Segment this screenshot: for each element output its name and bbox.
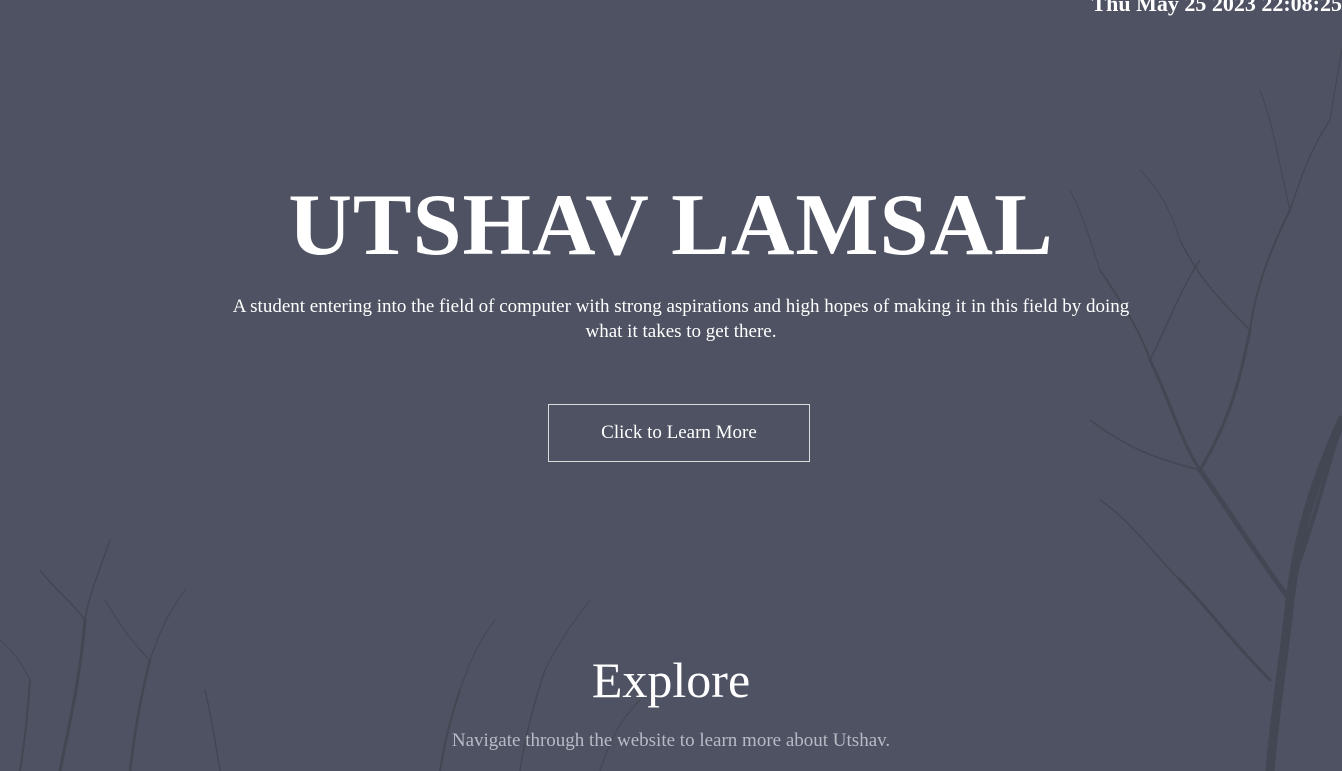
explore-heading: Explore	[591, 652, 751, 708]
current-datetime: Thu May 25 2023 22:08:25	[1091, 0, 1342, 16]
hero-title: UTSHAV LAMSAL	[288, 177, 1054, 274]
explore-subtitle: Navigate through the website to learn mo…	[451, 730, 891, 751]
learn-more-button[interactable]: Click to Learn More	[548, 404, 810, 462]
hero-subtitle: A student entering into the field of com…	[232, 296, 1130, 342]
